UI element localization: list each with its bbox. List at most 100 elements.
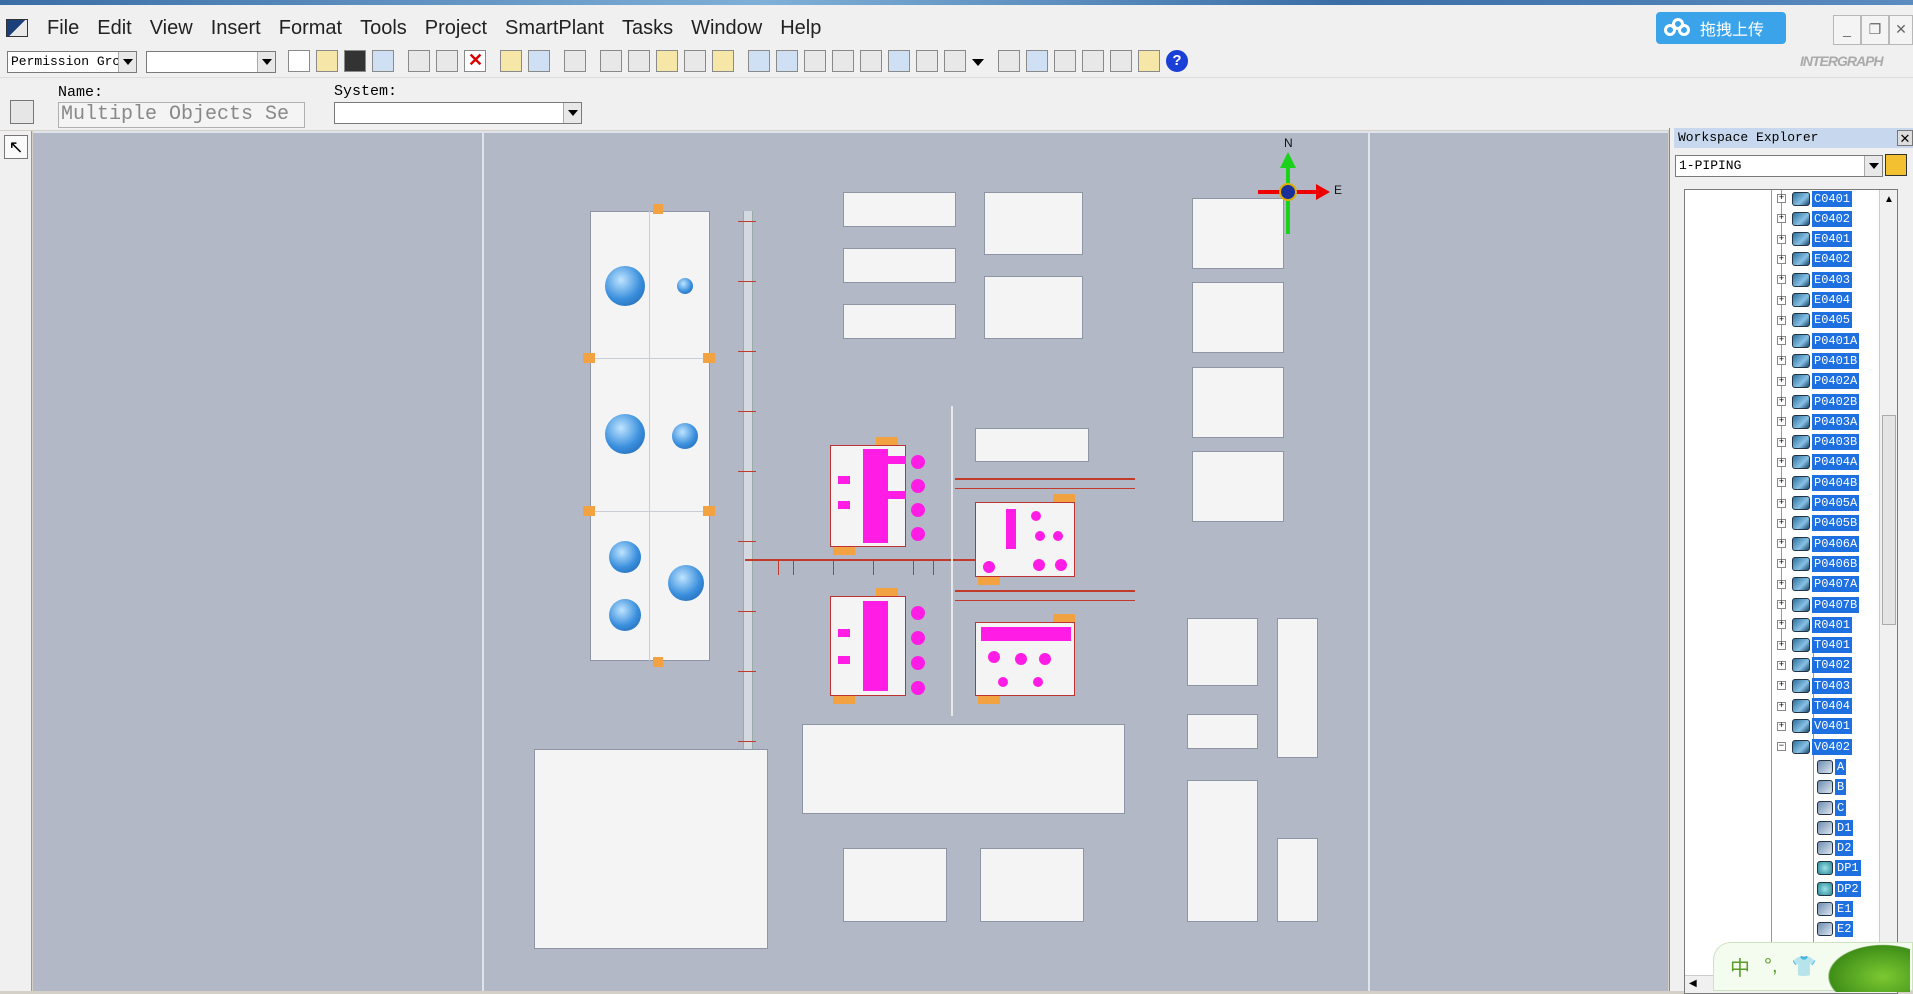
- equipment-block[interactable]: [1277, 838, 1318, 922]
- expand-icon[interactable]: +: [1777, 397, 1786, 406]
- menu-format[interactable]: Format: [270, 15, 351, 41]
- equipment-block[interactable]: [843, 248, 956, 283]
- pump[interactable]: [981, 627, 1071, 641]
- menu-smartplant[interactable]: SmartPlant: [496, 15, 613, 41]
- tree-node[interactable]: + P0405A: [1777, 495, 1860, 512]
- pump[interactable]: [911, 656, 925, 670]
- expand-icon[interactable]: +: [1777, 214, 1786, 224]
- equipment-block[interactable]: [1187, 780, 1258, 922]
- pump[interactable]: [1015, 653, 1027, 665]
- edit-icon[interactable]: [656, 50, 678, 72]
- tree-node[interactable]: + C0402: [1777, 210, 1853, 227]
- equipment-block[interactable]: [1277, 618, 1318, 758]
- measure-icon[interactable]: [600, 50, 622, 72]
- calculator-icon[interactable]: [804, 50, 826, 72]
- tree-node[interactable]: + P0403A: [1777, 413, 1860, 430]
- target-icon[interactable]: [860, 50, 882, 72]
- vertical-scrollbar[interactable]: ▲: [1879, 190, 1897, 993]
- camera-icon[interactable]: [944, 50, 966, 72]
- tree-node[interactable]: + E0403: [1777, 271, 1853, 288]
- menu-tasks[interactable]: Tasks: [613, 15, 682, 41]
- horizontal-rack[interactable]: [745, 559, 995, 561]
- rotate-icon[interactable]: [528, 50, 550, 72]
- pump[interactable]: [838, 656, 850, 664]
- tree-child-node[interactable]: B: [1817, 779, 1847, 796]
- tree-node[interactable]: + P0404B: [1777, 474, 1860, 491]
- tree-node[interactable]: + E0402: [1777, 251, 1853, 268]
- expand-icon[interactable]: +: [1777, 539, 1786, 549]
- name-field[interactable]: Multiple Objects Se: [58, 102, 305, 128]
- equipment-block[interactable]: [843, 304, 956, 339]
- paste-icon[interactable]: [436, 50, 458, 72]
- ime-punctuation-toggle[interactable]: °,: [1764, 955, 1778, 978]
- tank[interactable]: [609, 599, 641, 631]
- expand-icon[interactable]: +: [1777, 437, 1786, 447]
- equipment-block[interactable]: [802, 724, 1125, 814]
- pump[interactable]: [1039, 653, 1051, 665]
- pump[interactable]: [863, 601, 888, 691]
- tree-node[interactable]: + T0404: [1777, 698, 1853, 715]
- tree-child-node[interactable]: E2: [1817, 921, 1854, 938]
- pump[interactable]: [888, 456, 906, 464]
- expand-icon[interactable]: +: [1777, 295, 1786, 305]
- pump[interactable]: [983, 561, 995, 573]
- pump[interactable]: [863, 449, 888, 543]
- scroll-thumb[interactable]: [1882, 415, 1896, 625]
- pump[interactable]: [1055, 559, 1067, 571]
- pump[interactable]: [911, 527, 925, 541]
- expand-icon[interactable]: +: [1777, 417, 1786, 427]
- pump[interactable]: [888, 491, 906, 499]
- expand-icon[interactable]: +: [1777, 356, 1786, 366]
- expand-icon[interactable]: +: [1777, 234, 1786, 244]
- pump[interactable]: [1033, 559, 1045, 571]
- pump[interactable]: [911, 479, 925, 493]
- tree-node[interactable]: + P0404A: [1777, 454, 1860, 471]
- horizontal-rack[interactable]: [955, 590, 1135, 592]
- tree-child-node[interactable]: DP1: [1817, 860, 1861, 877]
- expand-icon[interactable]: +: [1777, 620, 1786, 630]
- equipment-block[interactable]: [1187, 618, 1258, 686]
- tree-node[interactable]: + P0406B: [1777, 555, 1860, 572]
- open-folder-icon[interactable]: [316, 50, 338, 72]
- ime-skin-icon[interactable]: 👕: [1792, 954, 1817, 979]
- expand-icon[interactable]: +: [1777, 336, 1786, 346]
- equipment-block[interactable]: [843, 192, 956, 227]
- equipment-block[interactable]: [534, 749, 768, 949]
- expand-icon[interactable]: +: [1777, 660, 1786, 670]
- menu-tools[interactable]: Tools: [351, 15, 416, 41]
- graphic-view[interactable]: N E: [33, 131, 1668, 991]
- flag-icon[interactable]: [888, 50, 910, 72]
- expand-icon[interactable]: +: [1777, 600, 1786, 609]
- tank[interactable]: [677, 278, 693, 294]
- tree-node[interactable]: + P0401B: [1777, 352, 1860, 369]
- menu-project[interactable]: Project: [416, 15, 496, 41]
- pump[interactable]: [838, 476, 850, 484]
- expand-icon[interactable]: +: [1777, 559, 1786, 569]
- cube-icon[interactable]: [748, 50, 770, 72]
- tree-node[interactable]: + T0401: [1777, 637, 1853, 654]
- expand-icon[interactable]: +: [1777, 518, 1786, 528]
- pump[interactable]: [1031, 511, 1041, 521]
- tree-node[interactable]: + P0406A: [1777, 535, 1860, 552]
- tree-node[interactable]: + V0401: [1777, 718, 1853, 735]
- expand-icon[interactable]: +: [1777, 640, 1786, 650]
- expand-icon[interactable]: +: [1777, 457, 1786, 467]
- close-button[interactable]: ✕: [1889, 15, 1913, 45]
- refresh-icon[interactable]: [372, 50, 394, 72]
- pump[interactable]: [911, 503, 925, 517]
- pump[interactable]: [988, 651, 1000, 663]
- chevron-down-icon[interactable]: [972, 50, 984, 72]
- chevron-down-icon[interactable]: [1864, 156, 1882, 176]
- expand-icon[interactable]: +: [1777, 194, 1786, 203]
- chevron-down-icon[interactable]: [118, 52, 136, 72]
- clock-icon[interactable]: [628, 50, 650, 72]
- equipment-block[interactable]: [843, 848, 947, 922]
- tree-node[interactable]: + P0401A: [1777, 332, 1860, 349]
- ruler-icon[interactable]: [712, 50, 734, 72]
- ime-chinese-toggle[interactable]: 中: [1730, 952, 1750, 981]
- pan-icon[interactable]: [1026, 50, 1048, 72]
- tree-node[interactable]: + P0407A: [1777, 576, 1860, 593]
- expand-icon[interactable]: +: [1777, 275, 1786, 285]
- menu-view[interactable]: View: [141, 15, 202, 41]
- tree-child-node[interactable]: D2: [1817, 840, 1854, 857]
